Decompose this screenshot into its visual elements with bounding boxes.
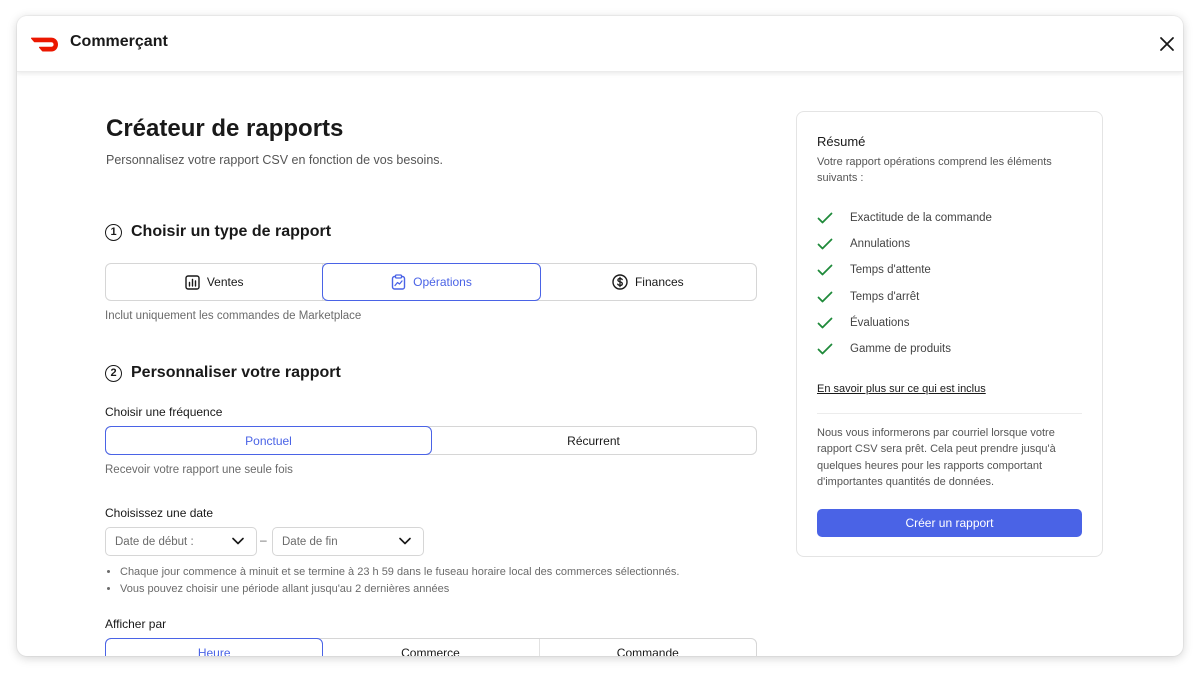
summary-title: Résumé [817,134,866,149]
list-item: Évaluations [817,310,992,336]
chevron-down-icon [232,537,244,545]
close-icon[interactable] [1157,34,1177,54]
doordash-logo-icon [30,37,58,52]
clipboard-chart-icon [391,274,406,290]
check-icon [817,212,833,224]
step-1-number: 1 [105,223,122,241]
summary-items: Exactitude de la commande Annulations Te… [817,205,992,362]
display-by-order[interactable]: Commande [540,639,756,657]
report-type-helper: Inclut uniquement les commandes de Marke… [105,310,362,322]
list-item: Temps d'attente [817,257,992,283]
start-date-placeholder: Date de début : [115,535,194,548]
date-range-separator: – [260,533,267,547]
summary-card: Résumé Votre rapport opérations comprend… [796,111,1103,557]
frequency-selector: Ponctuel Récurrent [105,426,757,455]
report-type-selector: Ventes Opérations Finances [105,263,757,301]
step-2-title: 2 Personnaliser votre rapport [105,364,341,382]
step-1-title: 1 Choisir un type de rapport [105,223,331,241]
summary-item-label: Temps d'arrêt [850,290,920,303]
summary-notice: Nous vous informerons par courriel lorsq… [817,427,1056,488]
report-type-sales[interactable]: Ventes [106,264,324,300]
top-bar: Commerçant [17,16,1183,72]
summary-item-label: Gamme de produits [850,343,951,356]
date-notes: Chaque jour commence à minuit et se term… [105,564,679,598]
list-item: Gamme de produits [817,336,992,362]
summary-item-label: Temps d'attente [850,264,931,277]
summary-item-label: Exactitude de la commande [850,212,992,225]
summary-item-label: Évaluations [850,316,910,329]
display-by-store[interactable]: Commerce [322,639,540,656]
summary-item-label: Annulations [850,238,911,251]
step-1-label: Choisir un type de rapport [131,223,332,240]
start-date-select[interactable]: Date de début : [105,527,257,556]
step-2-label: Personnaliser votre rapport [131,364,341,381]
check-icon [817,343,833,355]
display-by-label: Afficher par [105,617,167,631]
list-item: Annulations [817,231,992,257]
merchant-window: Commerçant Créateur de rapports Personna… [17,16,1183,656]
summary-description: Votre rapport opérations comprend les él… [817,156,1052,184]
report-type-sales-label: Ventes [206,275,244,289]
page-title: Créateur de rapports [106,115,344,142]
report-type-finances[interactable]: Finances [540,264,756,300]
report-type-operations[interactable]: Opérations [322,263,541,301]
bar-chart-icon [185,274,200,290]
create-report-button[interactable]: Créer un rapport [817,509,1082,537]
date-label: Choisissez une date [105,506,214,520]
frequency-label: Choisir une fréquence [105,405,223,419]
brand-name: Commerçant [70,33,168,50]
check-icon [817,265,833,276]
end-date-select[interactable]: Date de fin [272,527,424,556]
summary-divider [817,413,1082,414]
check-icon [817,238,833,250]
frequency-helper: Recevoir votre rapport une seule fois [105,464,293,476]
list-item: Temps d'arrêt [817,284,992,310]
end-date-placeholder: Date de fin [282,535,338,548]
report-type-operations-label: Opérations [413,275,472,289]
display-by-selector: Heure Commerce Commande [105,638,757,656]
list-item: Exactitude de la commande [817,205,992,231]
check-icon [817,317,833,329]
frequency-recurring[interactable]: Récurrent [431,427,756,454]
frequency-one-time[interactable]: Ponctuel [105,426,432,455]
chevron-down-icon [399,537,411,545]
date-note: Chaque jour commence à minuit et se term… [120,564,679,581]
date-note: Vous pouvez choisir une période allant j… [120,581,679,598]
report-type-finances-label: Finances [634,275,684,289]
step-2-number: 2 [105,364,122,382]
check-icon [817,291,833,303]
display-by-hour[interactable]: Heure [105,638,324,656]
page-subtitle: Personnalisez votre rapport CSV en fonct… [106,153,443,167]
learn-more-link[interactable]: En savoir plus sur ce qui est inclus [817,383,986,395]
dollar-circle-icon [612,274,628,290]
